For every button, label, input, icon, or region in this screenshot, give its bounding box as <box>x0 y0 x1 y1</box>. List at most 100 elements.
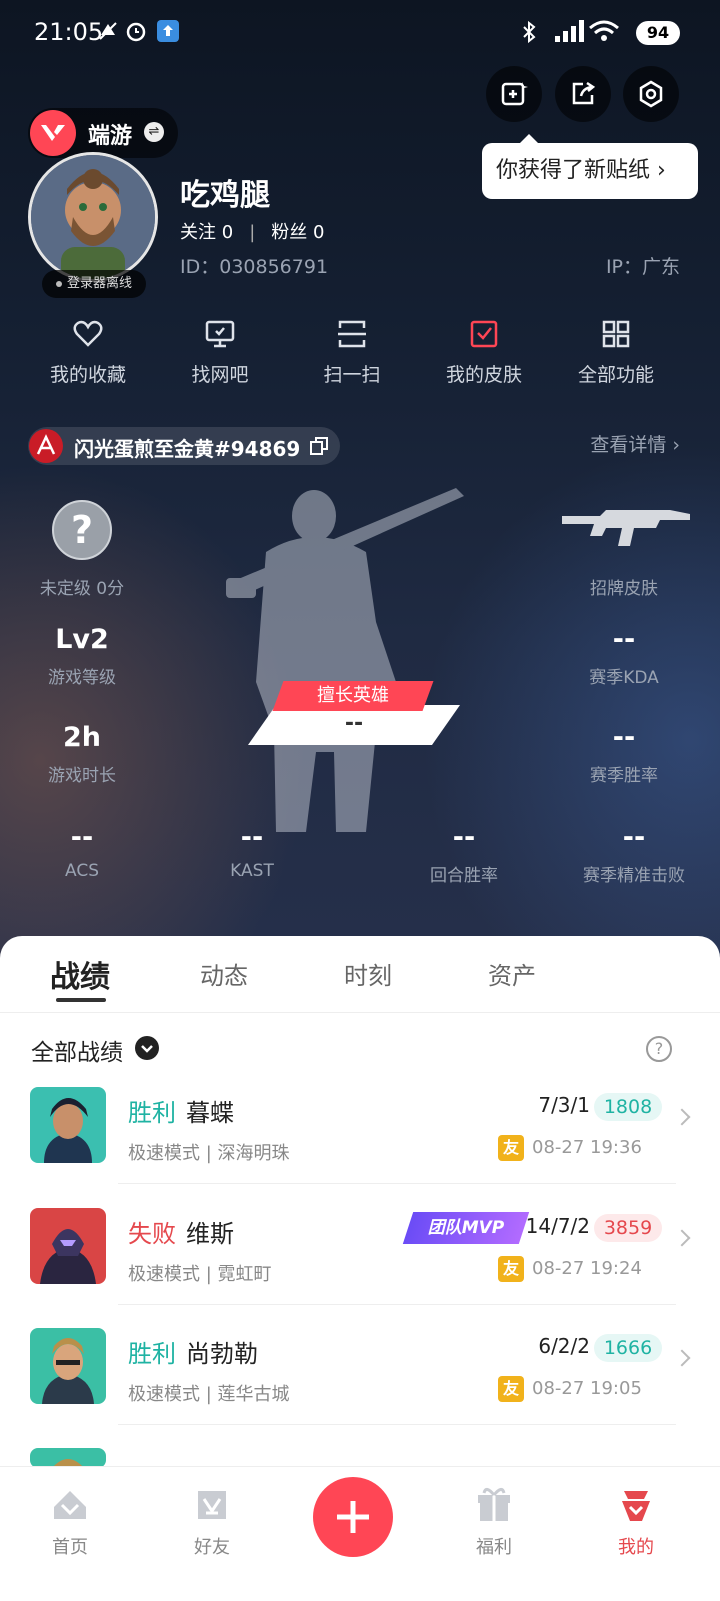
status-bar: 21:05 94 <box>0 0 720 66</box>
settings-button[interactable] <box>623 66 679 122</box>
records-filter[interactable]: 全部战绩 <box>31 1033 123 1067</box>
status-time: 21:05 <box>34 18 104 46</box>
friend-badge: 友 <box>498 1135 524 1161</box>
match-row[interactable]: 胜利 暮蝶 极速模式 | 深海明珠 7/3/1 1808 友 08-27 19:… <box>0 1087 720 1207</box>
nav-friends[interactable]: 好友 <box>162 1485 262 1559</box>
riot-id-chip[interactable]: 闪光蛋煎至金黄#94869 <box>28 427 340 465</box>
shortcut-favorites[interactable]: 我的收藏 <box>20 318 156 387</box>
match-score: 1666 <box>594 1334 662 1362</box>
headshot-label: 赛季精准击败 <box>583 866 685 886</box>
match-row[interactable]: 失败 维斯 极速模式 | 霓虹町 团队MVP 14/7/2 3859 友 08-… <box>0 1208 720 1328</box>
hours-value: 2h <box>62 722 101 753</box>
valorant-logo-icon <box>30 110 76 156</box>
sticker-icon <box>501 82 528 106</box>
headshot-value: -- <box>622 822 646 853</box>
skin-stat[interactable]: 招牌皮肤 <box>566 566 682 599</box>
friends-icon <box>198 1491 226 1519</box>
tab-indicator <box>56 998 106 1002</box>
nav-benefits[interactable]: 福利 <box>444 1485 544 1559</box>
plus-icon <box>337 1501 369 1533</box>
shortcut-netcafe[interactable]: 找网吧 <box>152 318 288 387</box>
nav-home[interactable]: 首页 <box>20 1485 120 1559</box>
match-time: 08-27 19:36 <box>532 1137 642 1158</box>
agent-portrait <box>30 1328 106 1404</box>
shortcut-label: 找网吧 <box>191 364 249 386</box>
shortcut-scan[interactable]: 扫一扫 <box>284 318 420 387</box>
fans-count[interactable]: 粉丝 0 <box>271 222 324 243</box>
hours-label: 游戏时长 <box>48 766 116 786</box>
help-icon[interactable]: ? <box>646 1036 672 1062</box>
riot-id-text: 闪光蛋煎至金黄#94869 <box>74 437 301 461</box>
kast-stat: -- KAST <box>202 822 302 881</box>
tab-moments[interactable]: 时刻 <box>344 956 392 991</box>
skin-label: 招牌皮肤 <box>590 579 658 599</box>
gift-icon <box>478 1488 510 1521</box>
tab-records[interactable]: 战绩 <box>50 952 110 996</box>
sticker-button[interactable] <box>486 66 542 122</box>
nav-me[interactable]: 我的 <box>586 1485 686 1559</box>
game-switcher[interactable]: 端游 ⇌ <box>28 108 178 158</box>
avatar[interactable] <box>28 152 158 282</box>
profile-icon <box>622 1491 650 1521</box>
best-agent-badge-text: 擅长英雄 <box>317 685 389 706</box>
match-kda: 14/7/2 <box>525 1214 590 1238</box>
round-winrate-label: 回合胜率 <box>430 866 498 886</box>
match-kda: 6/2/2 <box>538 1334 590 1358</box>
agent-name: 暮蝶 <box>186 1099 234 1127</box>
headshot-stat: -- 赛季精准击败 <box>564 822 704 886</box>
row-divider <box>118 1183 676 1184</box>
chevron-right-icon <box>673 1229 691 1247</box>
best-agent-value: -- <box>344 711 364 736</box>
nav-label: 我的 <box>618 1537 654 1558</box>
profile-hero: 21:05 94 你获得了新贴纸 › 端游 ⇌ 登录器离线 吃鸡腿 关注 0 |… <box>0 0 720 980</box>
follow-stats: 关注 0 | 粉丝 0 <box>180 218 324 244</box>
chevron-right-icon <box>673 1349 691 1367</box>
view-details-link[interactable]: 查看详情 › <box>590 430 680 457</box>
upload-icon <box>157 20 179 42</box>
alarm-icon <box>125 20 147 42</box>
tab-feed[interactable]: 动态 <box>200 956 248 991</box>
user-id: ID：030856791 <box>180 256 329 278</box>
chevron-down-icon[interactable] <box>135 1036 159 1060</box>
shortcut-all-features[interactable]: 全部功能 <box>548 318 684 387</box>
skin-weapon-image <box>562 510 690 546</box>
row-divider <box>118 1424 676 1425</box>
bottom-nav: 首页 好友 福利 我的 <box>0 1466 720 1601</box>
rank-icon: ? <box>52 500 112 560</box>
share-icon <box>572 81 596 105</box>
match-mode: 极速模式 | 莲华古城 <box>128 1384 290 1405</box>
kast-label: KAST <box>230 861 274 881</box>
nav-label: 首页 <box>52 1537 88 1558</box>
create-post-button[interactable] <box>313 1477 393 1557</box>
gear-icon <box>639 80 663 108</box>
match-result: 失败 <box>128 1220 176 1248</box>
best-agent-badge: 擅长英雄 <box>272 681 434 711</box>
share-button[interactable] <box>555 66 611 122</box>
match-time: 08-27 19:05 <box>532 1378 642 1399</box>
agent-name: 尚勃勒 <box>186 1340 258 1368</box>
bluetooth-icon <box>518 20 540 44</box>
home-icon <box>54 1491 86 1519</box>
rank-label: 未定级 0分 <box>39 579 125 599</box>
level-value: Lv2 <box>55 624 109 655</box>
login-status-badge: 登录器离线 <box>42 270 146 298</box>
match-mode: 极速模式 | 霓虹町 <box>128 1264 272 1285</box>
kast-value: -- <box>240 822 264 853</box>
kda-stat: -- 赛季KDA <box>574 624 674 688</box>
friend-badge: 友 <box>498 1256 524 1282</box>
shortcut-row: 我的收藏 找网吧 扫一扫 我的皮肤 全部功能 <box>20 318 700 398</box>
tab-assets[interactable]: 资产 <box>488 956 536 991</box>
kda-label: 赛季KDA <box>589 668 659 688</box>
nav-label: 好友 <box>194 1537 230 1558</box>
kda-value: -- <box>612 624 636 655</box>
signal-icon <box>555 20 587 46</box>
nav-label: 福利 <box>476 1537 512 1558</box>
following-count[interactable]: 关注 0 <box>180 222 233 243</box>
round-winrate-stat: -- 回合胜率 <box>404 822 524 886</box>
monitor-icon <box>205 320 235 348</box>
sticker-tooltip[interactable]: 你获得了新贴纸 › <box>482 134 698 199</box>
match-row[interactable]: 胜利 尚勃勒 极速模式 | 莲华古城 6/2/2 1666 友 08-27 19… <box>0 1328 720 1448</box>
friend-badge: 友 <box>498 1376 524 1402</box>
copy-icon[interactable] <box>310 437 328 459</box>
shortcut-skins[interactable]: 我的皮肤 <box>416 318 552 387</box>
